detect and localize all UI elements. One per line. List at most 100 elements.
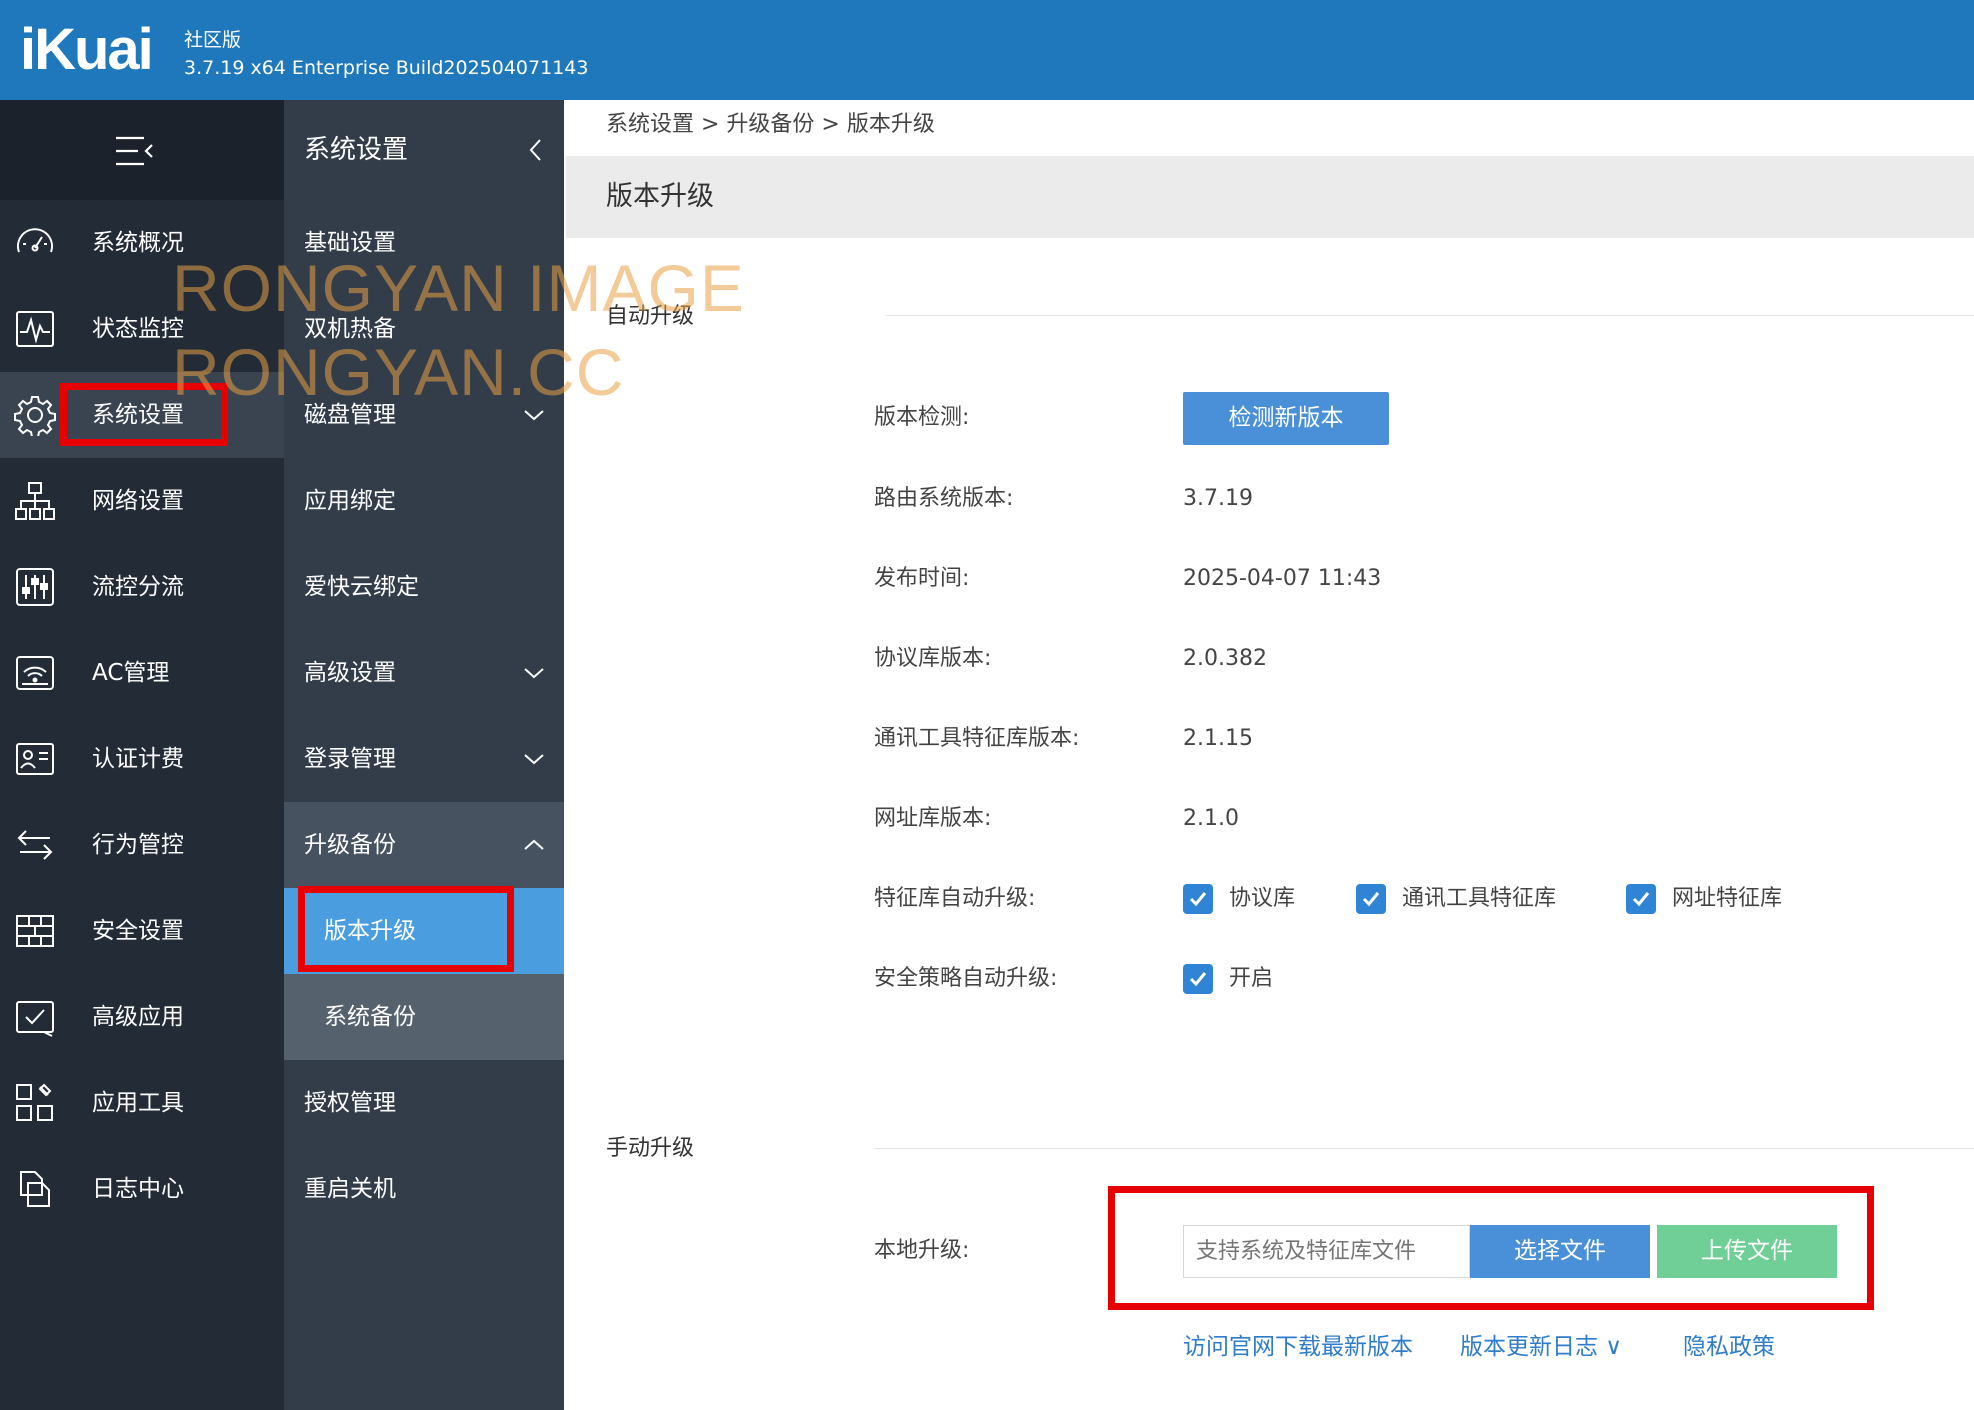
check-new-version-button[interactable]: 检测新版本	[1183, 392, 1389, 445]
subnav-header: 系统设置	[284, 100, 564, 200]
sidebar-item-advanced[interactable]: 高级应用	[0, 974, 284, 1060]
router-version-value: 3.7.19	[1183, 486, 1253, 511]
check-icon	[1362, 892, 1380, 907]
protocol-lib-label: 协议库版本:	[874, 646, 992, 671]
router-version-label: 路由系统版本:	[874, 486, 1014, 511]
highlight-version-upgrade	[298, 886, 514, 972]
app-tools-icon	[16, 1083, 53, 1121]
protocol-lib-value: 2.0.382	[1183, 646, 1267, 671]
policy-auto-upgrade-checkbox[interactable]	[1183, 964, 1213, 994]
check-icon	[1189, 892, 1207, 907]
release-time-value: 2025-04-07 11:43	[1183, 566, 1382, 591]
subnav-item-label: 授权管理	[304, 1090, 396, 1116]
official-download-link[interactable]: 访问官网下载最新版本	[1183, 1330, 1413, 1364]
version-check-label: 版本检测:	[874, 405, 970, 430]
check-icon	[1632, 892, 1650, 907]
protocol-lib-checkbox-label: 协议库	[1229, 886, 1296, 911]
sidebar-item-flow-control[interactable]: 流控分流	[0, 544, 284, 630]
im-tool-lib-value: 2.1.15	[1183, 726, 1253, 751]
im-tool-lib-checkbox-label: 通讯工具特征库	[1402, 886, 1557, 911]
url-lib-checkbox-label: 网址特征库	[1672, 886, 1783, 911]
sliders-icon	[16, 568, 54, 606]
manual-upgrade-section-title: 手动升级	[606, 1136, 695, 1161]
top-header: iKuai 社区版 3.7.19 x64 Enterprise Build202…	[0, 0, 1974, 100]
section-divider	[886, 315, 1974, 316]
chevron-down-icon	[524, 754, 544, 765]
chevron-down-icon	[524, 668, 544, 679]
swap-arrows-icon	[17, 830, 53, 860]
sidebar-item-behavior[interactable]: 行为管控	[0, 802, 284, 888]
feature-auto-upgrade-label: 特征库自动升级:	[874, 886, 1036, 911]
policy-auto-upgrade-checkbox-label: 开启	[1229, 966, 1274, 991]
edition-label: 社区版	[184, 29, 242, 51]
breadcrumb: 系统设置 > 升级备份 > 版本升级	[606, 112, 935, 137]
subnav-item-label: 重启关机	[304, 1176, 396, 1202]
sidebar-item-security[interactable]: 安全设置	[0, 888, 284, 974]
subnav-item-license[interactable]: 授权管理	[284, 1060, 564, 1146]
subnav-item-label: 爱快云绑定	[304, 574, 419, 600]
sidebar-item-label: 高级应用	[92, 1004, 184, 1030]
protocol-lib-checkbox[interactable]	[1183, 884, 1213, 914]
subnav-item-login[interactable]: 登录管理	[284, 716, 564, 802]
highlight-local-upgrade	[1108, 1186, 1874, 1310]
sidebar-item-label: 网络设置	[92, 488, 184, 514]
watermark-line-2: RONGYAN.CC	[172, 335, 625, 409]
im-tool-lib-label: 通讯工具特征库版本:	[874, 726, 1080, 751]
changelog-link[interactable]: 版本更新日志 ∨	[1460, 1330, 1622, 1364]
section-divider	[874, 1148, 1974, 1149]
subnav-item-label: 系统备份	[324, 1004, 416, 1030]
sidebar-item-label: 应用工具	[92, 1090, 184, 1116]
subnav-item-upgrade-backup[interactable]: 升级备份	[284, 802, 564, 888]
subnav-item-advanced[interactable]: 高级设置	[284, 630, 564, 716]
check-icon	[1189, 972, 1207, 987]
sidebar-item-label: 系统概况	[92, 230, 184, 256]
watermark-line-1: RONGYAN IMAGE	[172, 251, 745, 325]
policy-auto-upgrade-label: 安全策略自动升级:	[874, 966, 1058, 991]
id-card-icon	[16, 743, 54, 775]
sidebar-item-label: 状态监控	[92, 316, 184, 342]
sidebar-item-label: AC管理	[92, 660, 170, 686]
subnav-item-app-bind[interactable]: 应用绑定	[284, 458, 564, 544]
local-upgrade-label: 本地升级:	[874, 1238, 970, 1263]
sidebar-item-label: 认证计费	[92, 746, 184, 772]
dashboard-gauge-icon	[17, 228, 53, 253]
subnav-item-label: 升级备份	[304, 832, 396, 858]
subnav-item-reboot[interactable]: 重启关机	[284, 1146, 564, 1232]
subnav-title: 系统设置	[304, 135, 409, 165]
firewall-brick-icon	[16, 915, 54, 947]
sidebar-item-label: 行为管控	[92, 832, 184, 858]
sidebar-item-label: 安全设置	[92, 918, 184, 944]
subnav-item-label: 高级设置	[304, 660, 396, 686]
gear-icon	[14, 396, 56, 436]
sidebar-item-tools[interactable]: 应用工具	[0, 1060, 284, 1146]
menu-collapse-icon[interactable]	[114, 134, 156, 168]
url-lib-value: 2.1.0	[1183, 806, 1239, 831]
network-topology-icon	[15, 482, 55, 520]
subnav-item-cloud-bind[interactable]: 爱快云绑定	[284, 544, 564, 630]
privacy-policy-link[interactable]: 隐私政策	[1683, 1330, 1775, 1364]
chevron-up-icon	[524, 839, 544, 850]
page-title: 版本升级	[606, 181, 714, 212]
ikuai-logo: iKuai	[20, 17, 154, 82]
sidebar-collapse-toggle[interactable]	[0, 100, 284, 200]
sidebar-item-network[interactable]: 网络设置	[0, 458, 284, 544]
subnav-item-label: 登录管理	[304, 746, 396, 772]
release-time-label: 发布时间:	[874, 566, 970, 591]
subnav-item-label: 应用绑定	[304, 488, 396, 514]
log-documents-icon	[20, 1171, 50, 1207]
monitor-pulse-icon	[16, 311, 54, 347]
subnav-item-system-backup[interactable]: 系统备份	[284, 974, 564, 1060]
page-title-bar: 版本升级	[566, 156, 1974, 238]
wifi-router-icon	[16, 656, 54, 690]
checklist-icon	[16, 1001, 54, 1037]
url-lib-label: 网址库版本:	[874, 806, 992, 831]
build-version: 3.7.19 x64 Enterprise Build202504071143	[184, 57, 589, 79]
sidebar-item-auth[interactable]: 认证计费	[0, 716, 284, 802]
im-tool-lib-checkbox[interactable]	[1356, 884, 1386, 914]
sidebar-item-label: 日志中心	[92, 1176, 184, 1202]
sidebar-item-label: 流控分流	[92, 574, 184, 600]
sidebar-item-ac[interactable]: AC管理	[0, 630, 284, 716]
url-lib-checkbox[interactable]	[1626, 884, 1656, 914]
sidebar-item-logs[interactable]: 日志中心	[0, 1146, 284, 1232]
chevron-left-icon[interactable]	[524, 136, 548, 164]
